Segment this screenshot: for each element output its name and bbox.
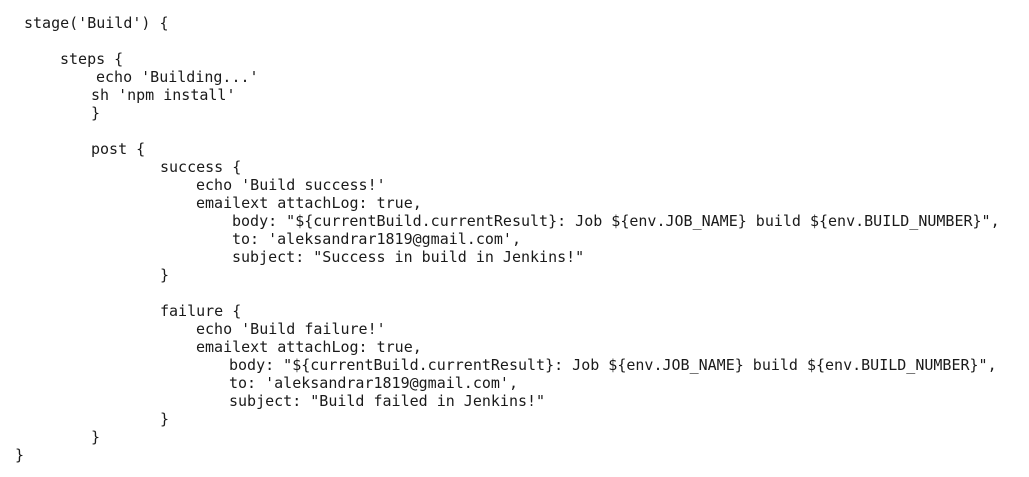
code-line-body-success: body: "${currentBuild.currentResult}: Jo… [232,212,1000,230]
code-line-body-failure: body: "${currentBuild.currentResult}: Jo… [229,356,997,374]
code-line-to-success: to: 'aleksandrar1819@gmail.com', [232,230,521,248]
code-line-failure-close: } [160,410,170,428]
code-line-stage: stage('Build') { [24,14,169,32]
jenkins-pipeline-code: stage('Build') { steps { echo 'Building.… [0,0,1029,477]
code-line-post: post { [91,140,146,158]
code-line-success: success { [160,158,242,176]
code-line-failure: failure { [160,302,242,320]
code-line-to-failure: to: 'aleksandrar1819@gmail.com', [229,374,518,392]
code-line-post-close: } [91,428,101,446]
code-line-stage-close: } [15,446,25,464]
code-line-emailext-failure: emailext attachLog: true, [196,338,422,356]
code-line-sh-npm: sh 'npm install' [91,86,236,104]
code-line-steps: steps { [60,50,124,68]
code-line-emailext-success: emailext attachLog: true, [196,194,422,212]
code-line-echo-building: echo 'Building...' [96,68,259,86]
code-line-steps-close: } [91,104,101,122]
code-line-success-close: } [160,266,170,284]
code-line-echo-failure: echo 'Build failure!' [196,320,386,338]
code-line-echo-success: echo 'Build success!' [196,176,386,194]
code-line-subject-failure: subject: "Build failed in Jenkins!" [229,392,546,410]
code-line-subject-success: subject: "Success in build in Jenkins!" [232,248,585,266]
